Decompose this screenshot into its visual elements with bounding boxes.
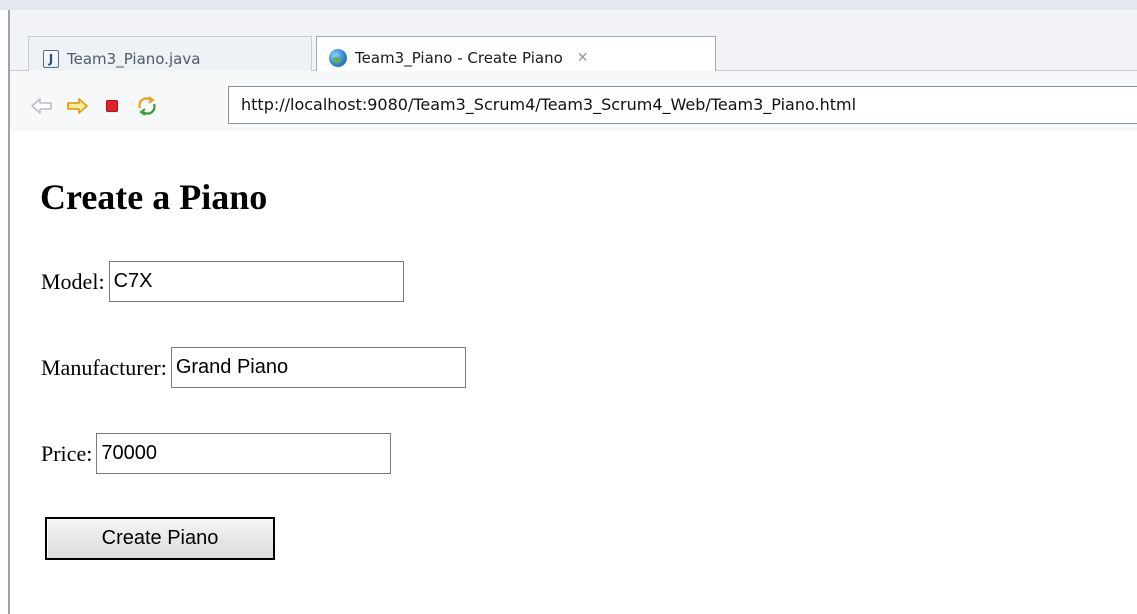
model-input[interactable] [108,261,404,302]
manufacturer-label: Manufacturer: [41,354,167,380]
browser-toolbar: http://localhost:9080/Team3_Scrum4/Team3… [10,71,1137,131]
tab-label: Team3_Piano.java [67,49,201,68]
stop-icon [106,100,118,112]
model-row: Model: [41,261,404,302]
page-title: Create a Piano [40,177,268,217]
refresh-button[interactable] [135,94,159,118]
back-button[interactable] [30,94,54,118]
java-file-icon: J [43,49,59,68]
price-label: Price: [41,440,93,466]
price-row: Price: [41,433,392,474]
editor-tab-bar: J Team3_Piano.java Team3_Piano - Create … [10,10,1137,80]
price-input[interactable] [96,433,392,474]
manufacturer-row: Manufacturer: [41,347,466,388]
address-bar[interactable]: http://localhost:9080/Team3_Scrum4/Team3… [228,86,1137,124]
page-content: Create a Piano Model: Manufacturer: Pric… [10,131,1137,614]
manufacturer-input[interactable] [170,347,466,388]
stop-button[interactable] [100,94,124,118]
forward-button[interactable] [65,94,89,118]
model-label: Model: [41,268,105,294]
window-top-strip [0,0,1137,10]
back-icon [31,98,52,114]
create-piano-button[interactable]: Create Piano [45,517,275,560]
tab-label: Team3_Piano - Create Piano [355,49,563,67]
refresh-icon [138,96,156,116]
close-icon[interactable]: ✕ [577,50,589,66]
browser-window: J Team3_Piano.java Team3_Piano - Create … [0,0,1137,614]
forward-icon [67,98,88,114]
globe-icon [329,49,347,67]
